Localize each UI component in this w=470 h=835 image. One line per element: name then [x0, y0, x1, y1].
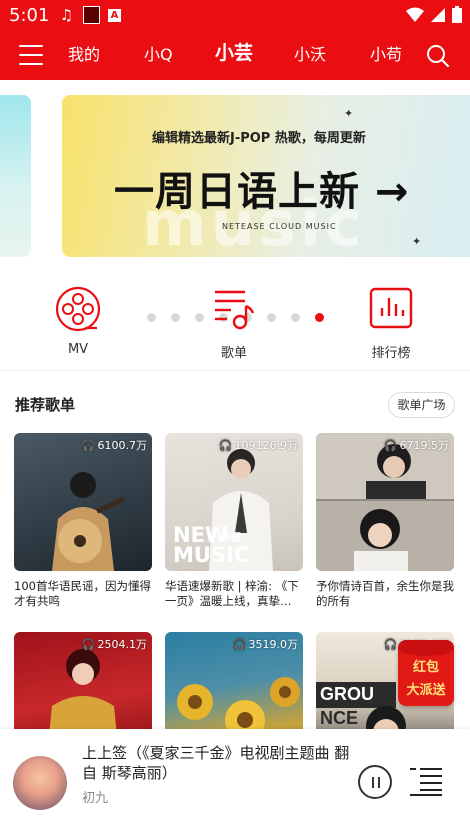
tab-wode[interactable]: 我的	[68, 45, 100, 65]
play-count-value: 6100.7万	[97, 439, 148, 452]
pause-icon-bar	[378, 777, 380, 788]
playlist-square-button[interactable]: 歌单广场	[388, 392, 455, 418]
playlist-cover: 🎧 6719.5万	[316, 433, 454, 571]
tab-xiaowo[interactable]: 小沃	[294, 45, 326, 65]
now-playing-artist: 初九	[82, 791, 109, 806]
status-system-icons	[406, 6, 462, 23]
play-count: 🎧 109126.9万	[219, 437, 298, 453]
red-packet-promo-button[interactable]: 红包 大派送	[398, 640, 454, 706]
now-playing-title: 上上签（《夏家三千金》电视剧主题曲 翻自 斯琴高丽）	[82, 744, 350, 782]
banner-brand: NETEASE CLOUD MUSIC	[222, 222, 337, 231]
svg-text:NCE: NCE	[320, 708, 358, 728]
tab-xiaoyun[interactable]: 小芸	[215, 43, 253, 63]
cover-badge: 华语	[221, 533, 241, 544]
sparkle-icon: ✦	[344, 107, 354, 120]
red-packet-line1: 红包	[412, 660, 439, 675]
tab-xiaogou[interactable]: 小苟	[370, 45, 402, 65]
headphones-icon: 🎧	[218, 438, 233, 452]
headphones-icon: 🎧	[81, 637, 96, 651]
banner-carousel[interactable]: music 编辑精选最新J-POP 热歌，每周更新 一周日语上新 → NETEA…	[0, 80, 470, 322]
playlist-card[interactable]: 🎧 6100.7万 100首华语民谣，因为懂得才有共鸣	[14, 433, 152, 609]
playlist-card[interactable]: 🎧 6719.5万 予你情诗百首，余生你是我的所有	[316, 433, 454, 609]
mini-player[interactable]: 上上签（《夏家三千金》电视剧主题曲 翻自 斯琴高丽） 初九	[0, 729, 470, 835]
playlist-card[interactable]: NEW MUSIC 华语 🎧 109126.9万 华语速爆新歌 | 梓渝: 《下一…	[165, 433, 303, 609]
sparkle-icon: ✦	[412, 235, 422, 248]
tab-xiaoq[interactable]: 小Q	[144, 45, 173, 65]
red-packet-line2: 大派送	[406, 683, 446, 698]
svg-text:GROU: GROU	[320, 684, 374, 704]
play-count-value: 109126.9万	[234, 439, 299, 452]
play-count: 🎧 3519.0万	[233, 636, 298, 652]
banner-title: 一周日语上新 →	[114, 169, 410, 215]
wifi-icon	[406, 7, 424, 22]
play-count-value: 3519.0万	[248, 638, 299, 651]
signal-icon	[431, 7, 445, 22]
quick-entry-playlist[interactable]: 歌单	[194, 286, 274, 361]
red-envelope-icon	[398, 640, 454, 656]
status-notification-icons: ♫ A	[58, 6, 121, 24]
menu-icon-line	[19, 63, 43, 65]
section-divider	[0, 370, 470, 371]
play-count-value: 6719.5万	[399, 439, 450, 452]
menu-button[interactable]	[19, 45, 43, 67]
menu-icon	[19, 45, 43, 47]
music-note-icon: ♫	[59, 6, 74, 24]
mv-film-reel-icon	[55, 286, 101, 332]
play-count: 🎧 6100.7万	[82, 437, 147, 453]
status-time: 5:01	[9, 5, 50, 26]
now-playing-cover[interactable]	[13, 756, 67, 810]
headphones-icon: 🎧	[81, 438, 96, 452]
search-icon[interactable]	[426, 44, 450, 68]
top-navigation: 我的 小Q 小芸 小沃 小苟	[0, 33, 470, 80]
quick-entry-rankings[interactable]: 排行榜	[351, 286, 431, 361]
play-count-value: 2504.1万	[97, 638, 148, 651]
banner-subtitle: 编辑精选最新J-POP 热歌，每周更新	[152, 131, 366, 146]
couple-photo	[316, 433, 454, 571]
headphones-icon: 🎧	[232, 637, 247, 651]
play-count: 🎧 2504.1万	[82, 636, 147, 652]
battery-icon	[452, 6, 462, 23]
cover-text-music: MUSIC	[173, 543, 250, 567]
banner-current-slide[interactable]: music 编辑精选最新J-POP 热歌，每周更新 一周日语上新 → NETEA…	[62, 95, 470, 257]
chart-bars-icon	[369, 287, 413, 329]
playlist-title: 予你情诗百首，余生你是我的所有	[316, 579, 454, 608]
menu-icon-line	[19, 54, 43, 56]
status-bar: 5:01 ♫ A	[0, 0, 470, 33]
section-title: 推荐歌单	[15, 396, 76, 414]
play-count: 🎧 6719.5万	[384, 437, 449, 453]
a-notification-icon: A	[108, 8, 121, 22]
headphones-icon: 🎧	[383, 637, 398, 651]
quick-entries: MV 歌单 排行榜	[0, 268, 470, 368]
playlist-title: 100首华语民谣，因为懂得才有共鸣	[14, 579, 151, 608]
quick-entry-label: MV	[67, 342, 89, 357]
pause-button[interactable]	[358, 765, 392, 799]
quick-entry-label: 歌单	[220, 346, 247, 361]
app-root: 5:01 ♫ A 我的 小Q 小芸 小沃 小苟 music 编辑精选最新J-PO…	[0, 0, 470, 835]
banner-previous-slide[interactable]	[0, 95, 31, 257]
playlist-queue-icon[interactable]	[410, 766, 442, 796]
playlist-cover: NEW MUSIC 华语 🎧 109126.9万	[165, 433, 303, 571]
quick-entry-mv[interactable]: MV	[38, 286, 118, 357]
headphones-icon: 🎧	[383, 438, 398, 452]
playlist-cover: 🎧 6100.7万	[14, 433, 152, 571]
guitar-player-illustration	[52, 472, 126, 571]
pause-icon	[372, 777, 374, 788]
playlist-note-icon	[215, 290, 255, 330]
app-notification-icon	[83, 6, 100, 24]
quick-entry-label: 排行榜	[371, 346, 411, 361]
playlist-title: 华语速爆新歌 | 梓渝: 《下一页》温暖上线，真挚…	[165, 579, 299, 608]
